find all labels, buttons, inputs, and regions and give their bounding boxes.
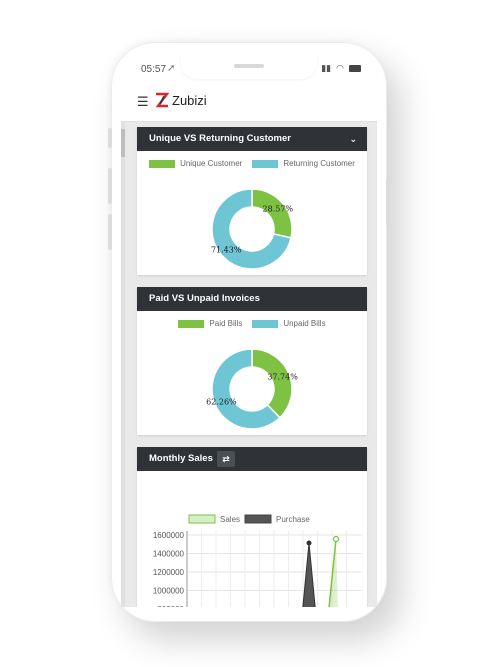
card-header: Paid VS Unpaid Invoices <box>137 287 367 311</box>
y-tick-label: 1200000 <box>153 568 185 577</box>
phone-volume-up-button <box>108 168 112 204</box>
invoice-donut-chart: 37.74% 62.26% <box>206 348 298 430</box>
status-icons: ▮▮ ◠ <box>321 63 361 74</box>
y-tick-label: 1600000 <box>153 531 185 540</box>
signal-icon: ▮▮ <box>321 63 332 73</box>
purchase-area <box>302 542 316 607</box>
card-title: Unique VS Returning Customer <box>149 133 291 144</box>
customer-donut-chart: 28.57% 71.43% <box>211 188 294 270</box>
chevron-down-icon[interactable]: ⌄ <box>349 127 357 151</box>
legend-swatch <box>188 514 216 524</box>
slice-value-label: 28.57% <box>263 204 294 213</box>
card-title: Monthly Sales <box>149 453 213 464</box>
sales-point <box>332 535 340 543</box>
y-tick-label: 1000000 <box>153 587 185 596</box>
legend-label: Sales <box>220 515 240 524</box>
slice-value-label: 71.43% <box>211 246 242 255</box>
card-header: Monthly Sales ⇄ <box>137 447 367 471</box>
donut-slice <box>251 188 293 239</box>
phone-side-button <box>108 128 112 148</box>
zubizi-logo <box>155 92 169 108</box>
phone-volume-down-button <box>108 214 112 250</box>
card-body: Sales Purchase 1600000 1400000 1200000 100000… <box>137 471 367 607</box>
app-bar: ☰ Zubizi <box>121 83 377 122</box>
speaker <box>234 64 264 68</box>
dashboard-content: Unique VS Returning Customer ⌄ Unique Cu… <box>121 121 377 607</box>
monthly-sales-chart: Sales Purchase 1600000 1400000 1200000 100000… <box>153 514 362 607</box>
wifi-icon: ◠ <box>336 63 344 73</box>
y-tick-label: 800000 <box>157 605 184 607</box>
phone-power-button <box>386 178 390 226</box>
phone-screen: 05:57 ➚ ▮▮ ◠ ☰ Zubizi Unique VS Returnin… <box>121 55 377 607</box>
donut-slice <box>251 348 293 419</box>
card-header: Unique VS Returning Customer ⌄ <box>137 127 367 151</box>
card-body: Paid Bills Unpaid Bills 37.74% 62.26% <box>137 311 367 435</box>
legend-label: Purchase <box>276 515 310 524</box>
slice-value-label: 62.26% <box>206 397 237 406</box>
swap-arrows-icon[interactable]: ⇄ <box>217 451 235 467</box>
brand-name: Zubizi <box>172 93 207 108</box>
slice-value-label: 37.74% <box>267 373 298 382</box>
paid-vs-unpaid-card: Paid VS Unpaid Invoices Paid Bills Unpai… <box>137 287 367 435</box>
card-body: Unique Customer Returning Customer 28.57… <box>137 151 367 275</box>
hamburger-menu-icon[interactable]: ☰ <box>137 95 149 108</box>
legend-swatch <box>244 514 272 524</box>
battery-icon <box>349 65 361 72</box>
card-title: Paid VS Unpaid Invoices <box>149 293 260 304</box>
unique-vs-returning-card: Unique VS Returning Customer ⌄ Unique Cu… <box>137 127 367 275</box>
status-bar: 05:57 ➚ ▮▮ ◠ <box>121 55 377 83</box>
purchase-point <box>306 540 312 546</box>
y-tick-label: 1400000 <box>153 550 185 559</box>
navigation-arrow-icon: ➚ <box>167 63 176 74</box>
monthly-sales-card: Monthly Sales ⇄ Sales Purchase 1600000 1400… <box>137 447 367 607</box>
status-time: 05:57 <box>141 64 167 75</box>
